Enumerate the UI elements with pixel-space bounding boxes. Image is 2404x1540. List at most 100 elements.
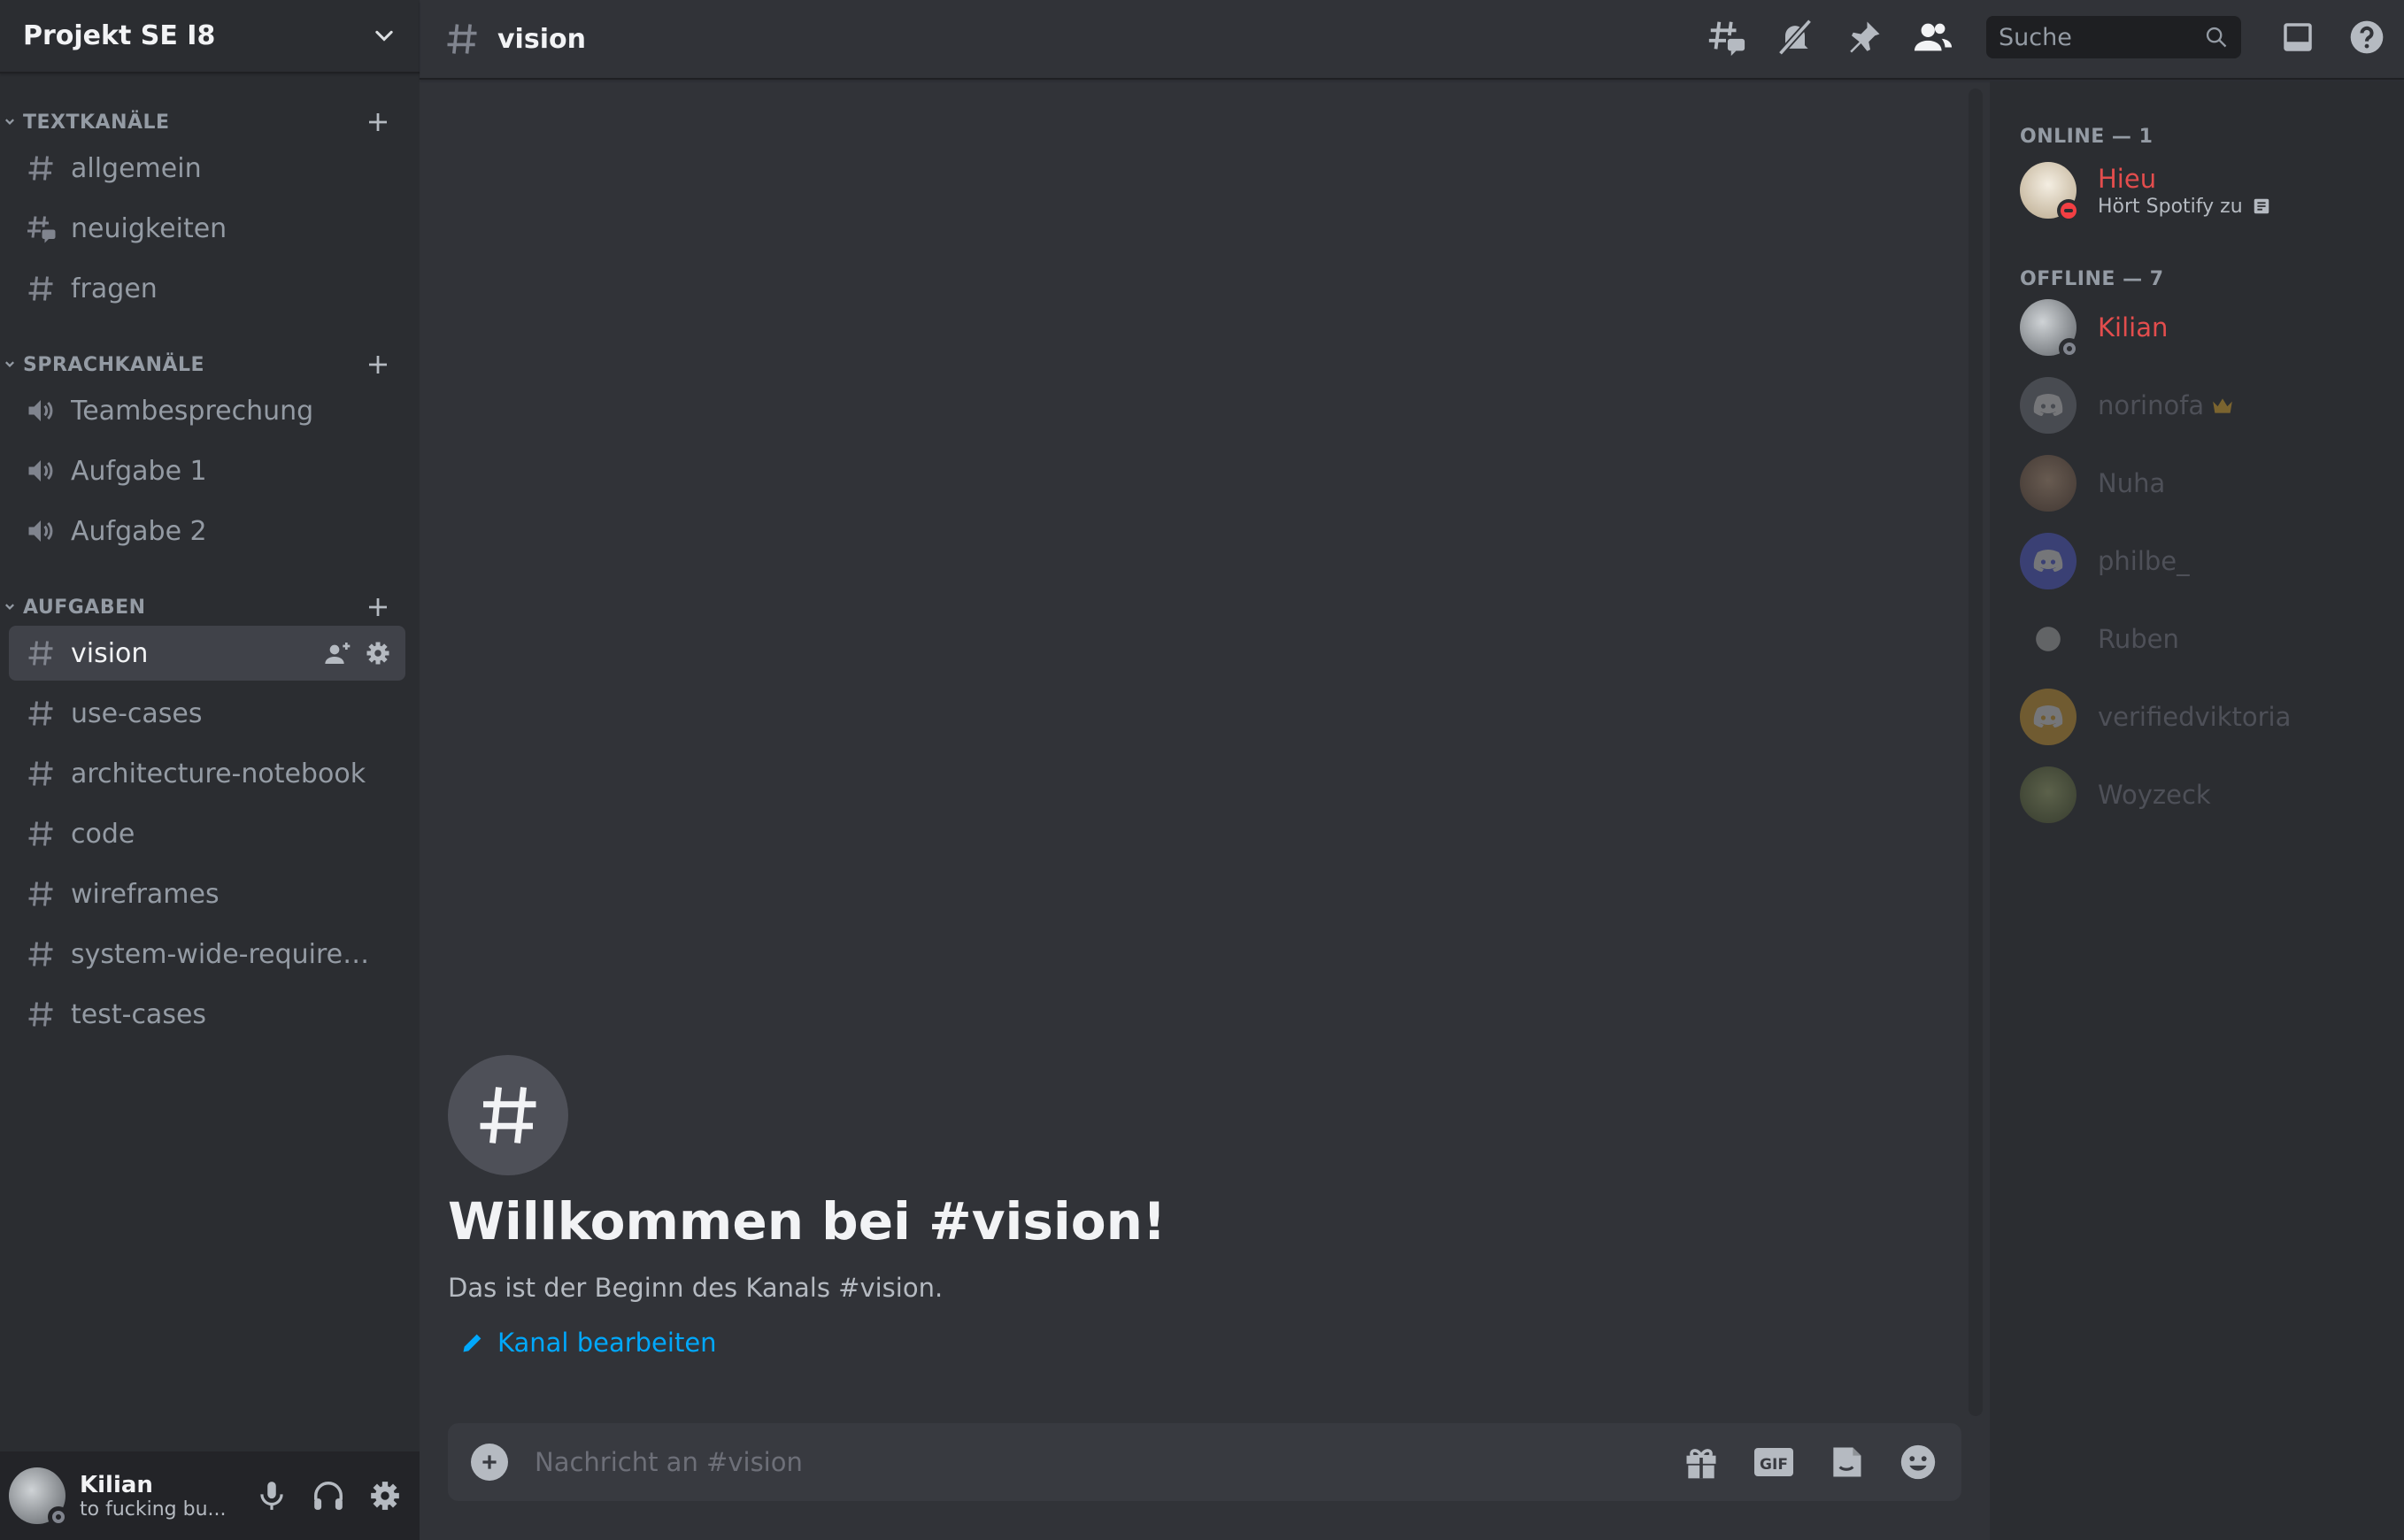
sticker-icon[interactable] — [1827, 1443, 1866, 1482]
gear-icon[interactable] — [365, 640, 391, 666]
category-aufgaben[interactable]: AUFGABEN — [0, 594, 420, 620]
hashtag-icon — [28, 701, 53, 726]
inbox-button[interactable] — [2277, 16, 2319, 58]
channel-name: architecture-notebook — [71, 758, 366, 789]
avatar — [2020, 689, 2077, 745]
avatar — [2020, 455, 2077, 512]
member-verifiedviktoria[interactable]: verifiedviktoria — [2020, 678, 2404, 756]
user-status: to fucking bu... — [80, 1498, 227, 1521]
member-philbe[interactable]: philbe_ — [2020, 522, 2404, 600]
member-name: Nuha — [2098, 468, 2166, 498]
voice-channel-aufgabe-2[interactable]: Aufgabe 2 — [9, 504, 405, 558]
member-ruben[interactable]: Ruben — [2020, 600, 2404, 678]
category-sprachkanaele[interactable]: SPRACHKANÄLE — [0, 351, 420, 378]
offline-status-icon — [2059, 338, 2080, 359]
category-textkanaele[interactable]: TEXTKANÄLE — [0, 109, 420, 135]
channel-code[interactable]: code — [9, 806, 405, 861]
online-header: ONLINE — 1 — [2020, 126, 2154, 148]
plus-icon — [482, 1455, 497, 1469]
speaker-icon — [28, 400, 53, 421]
pinned-messages-button[interactable] — [1843, 16, 1885, 58]
member-name: Kilian — [2098, 312, 2169, 343]
channel-allgemein[interactable]: allgemein — [9, 141, 405, 196]
member-name: verifiedviktoria — [2098, 702, 2292, 732]
help-button[interactable] — [2346, 16, 2388, 58]
voice-channel-teambesprechung[interactable]: Teambesprechung — [9, 383, 405, 438]
add-attachment-button[interactable] — [471, 1444, 508, 1481]
channel-wireframes[interactable]: wireframes — [9, 866, 405, 921]
server-header[interactable]: Projekt SE I8 — [0, 0, 420, 73]
member-name: Hieu — [2098, 163, 2157, 194]
hashtag-icon — [28, 276, 53, 301]
channel-use-cases[interactable]: use-cases — [9, 686, 405, 741]
channel-architecture-notebook[interactable]: architecture-notebook — [9, 746, 405, 801]
channel-name: code — [71, 818, 135, 850]
gif-button[interactable]: GIF — [1753, 1444, 1795, 1480]
add-channel-icon[interactable] — [365, 351, 391, 378]
channel-name: Teambesprechung — [71, 395, 314, 427]
search-placeholder: Suche — [1999, 23, 2072, 51]
avatar — [2020, 377, 2077, 434]
notification-settings-button[interactable] — [1774, 16, 1816, 58]
discord-logo-icon — [2033, 394, 2063, 416]
crown-icon — [2213, 398, 2233, 413]
member-woyzeck[interactable]: Woyzeck — [2020, 756, 2404, 834]
hashtag-icon — [28, 641, 53, 666]
offline-status-icon — [48, 1506, 69, 1528]
speaker-icon — [28, 520, 53, 542]
member-kilian[interactable]: Kilian — [2020, 289, 2404, 366]
hashtag-icon — [28, 821, 53, 846]
invite-user-icon[interactable] — [324, 639, 352, 667]
voice-channel-aufgabe-1[interactable]: Aufgabe 1 — [9, 443, 405, 498]
avatar — [2020, 766, 2077, 823]
member-name: philbe_ — [2098, 546, 2190, 576]
edit-channel-link[interactable]: Kanal bearbeiten — [460, 1328, 1166, 1358]
avatar[interactable] — [9, 1467, 69, 1528]
channel-sidebar: Projekt SE I8 TEXTKANÄLE allgemein neuig… — [0, 0, 420, 1540]
member-nuha[interactable]: Nuha — [2020, 444, 2404, 522]
microphone-icon[interactable] — [255, 1479, 289, 1513]
hashtag-icon — [28, 942, 53, 966]
member-activity: Hört Spotify zu — [2098, 195, 2243, 218]
member-list: ONLINE — 1 Hieu Hört Spotify zu OFFLINE … — [1990, 81, 2404, 1540]
channel-name: wireframes — [71, 878, 220, 910]
message-composer[interactable]: Nachricht an #vision GIF — [448, 1423, 1961, 1501]
channel-name: allgemein — [71, 152, 202, 184]
channel-test-cases[interactable]: test-cases — [9, 987, 405, 1042]
category-label: SPRACHKANÄLE — [23, 353, 205, 376]
channel-system-wide-requirements[interactable]: system-wide-requirem... — [9, 927, 405, 982]
avatar — [2020, 611, 2077, 667]
emoji-icon[interactable] — [1898, 1442, 1938, 1482]
channel-name: fragen — [71, 273, 158, 304]
threads-icon — [1708, 21, 1745, 57]
headphones-icon[interactable] — [312, 1479, 345, 1513]
do-not-disturb-icon — [2057, 199, 2080, 222]
channel-name: vision — [71, 637, 149, 669]
search-input[interactable]: Suche — [1986, 16, 2241, 58]
chat-scrollbar[interactable] — [1969, 89, 1983, 1416]
channel-vision[interactable]: vision — [9, 626, 405, 681]
hashtag-icon — [28, 882, 53, 906]
gift-icon[interactable] — [1682, 1443, 1721, 1482]
member-norinofa[interactable]: norinofa — [2020, 366, 2404, 444]
message-input[interactable]: Nachricht an #vision — [535, 1447, 1682, 1477]
speaker-icon — [28, 460, 53, 481]
threads-button[interactable] — [1705, 16, 1747, 58]
channel-header: vision Suche — [420, 0, 2404, 80]
add-channel-icon[interactable] — [365, 594, 391, 620]
add-channel-icon[interactable] — [365, 109, 391, 135]
members-icon — [1914, 23, 1953, 51]
channel-fragen[interactable]: fragen — [9, 261, 405, 316]
discord-logo-icon — [2033, 705, 2063, 728]
chevron-down-icon — [5, 119, 14, 125]
member-name: norinofa — [2098, 390, 2205, 420]
svg-text:GIF: GIF — [1760, 1456, 1788, 1474]
user-panel: Kilian to fucking bu... — [0, 1451, 420, 1540]
member-hieu[interactable]: Hieu Hört Spotify zu — [2020, 151, 2404, 229]
member-list-button[interactable] — [1912, 16, 1954, 58]
gear-icon[interactable] — [368, 1479, 402, 1513]
channel-name: use-cases — [71, 697, 203, 729]
activity-details-icon — [2254, 198, 2269, 214]
chevron-down-icon — [375, 30, 393, 42]
channel-neuigkeiten[interactable]: neuigkeiten — [9, 201, 405, 256]
